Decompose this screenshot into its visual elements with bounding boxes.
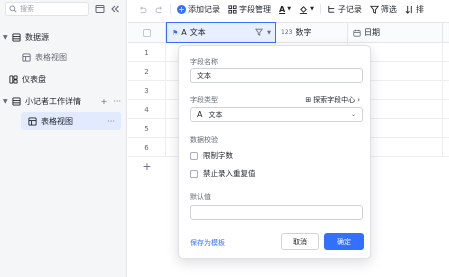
sidebar-item-label: 仪表盘 — [22, 74, 46, 84]
text-type-icon: A — [197, 110, 203, 119]
more-icon[interactable]: ··· — [113, 97, 121, 106]
grid-view-icon — [21, 52, 31, 62]
column-header-date[interactable]: 日期 — [348, 23, 443, 42]
sub-record-label: 子记录 — [337, 4, 362, 14]
search-icon — [9, 5, 17, 13]
sidebar-item-label: 小记者工作详情 — [25, 96, 81, 106]
sidebar: 搜索 ▼ 数据源 表格视图 仪表盘 ▼ 小记者工作详情 + ··· 表格视图 ·… — [0, 0, 127, 277]
default-value-label: 默认值 — [190, 193, 211, 201]
row-number: 2 — [128, 62, 166, 81]
field-type-select[interactable]: A 文本 ⌄ — [190, 107, 363, 122]
text-color-button[interactable]: A ▼ — [275, 0, 295, 18]
no-duplicates-checkbox[interactable]: 禁止录入重复值 — [190, 168, 256, 179]
primary-field-icon: ⚑ — [172, 28, 179, 37]
filter-button[interactable]: 筛选 — [366, 0, 401, 18]
explore-field-center-link[interactable]: ⊞ 探索字段中心 › — [305, 95, 360, 105]
row-number: 6 — [128, 138, 166, 157]
sort-button[interactable]: 排 — [401, 0, 428, 18]
cancel-button[interactable]: 取消 — [281, 233, 319, 250]
validation-label: 数据校验 — [190, 136, 218, 144]
sub-record-icon — [328, 5, 335, 13]
field-type-label: 字段类型 — [190, 96, 218, 104]
field-edit-popup: 字段名称 文本 字段类型 ⊞ 探索字段中心 › A 文本 ⌄ 数据校验 限制字数… — [178, 45, 371, 259]
row-number: 5 — [128, 119, 166, 138]
calendar-icon — [353, 29, 361, 37]
add-view-icon[interactable]: + — [101, 97, 108, 106]
fill-color-button[interactable]: ▼ — [295, 0, 318, 18]
sidebar-item-table-view-active[interactable]: 表格视图 ··· — [21, 112, 121, 130]
table-icon — [11, 96, 21, 106]
add-row-button[interactable]: + — [128, 157, 166, 176]
grid-header: ⚑ A 文本 ▼ 123 数字 日期 — [128, 22, 449, 43]
database-icon — [11, 32, 21, 42]
row-number: 4 — [128, 100, 166, 119]
sidebar-item-datasource[interactable]: ▼ 数据源 — [0, 28, 127, 46]
field-center-icon: ⊞ — [305, 96, 312, 104]
sidebar-item-reporter-details[interactable]: ▼ 小记者工作详情 + ··· — [0, 92, 127, 110]
field-name-value: 文本 — [197, 71, 211, 80]
field-name-label: 字段名称 — [190, 58, 218, 66]
field-name-input[interactable]: 文本 — [190, 68, 363, 83]
limit-chars-checkbox[interactable]: 限制字数 — [190, 150, 233, 161]
more-icon[interactable]: ··· — [107, 117, 115, 126]
filter-icon — [369, 5, 379, 14]
field-manage-icon — [228, 4, 237, 14]
chevron-down-icon: ⌄ — [350, 111, 356, 118]
column-header-text[interactable]: ⚑ A 文本 ▼ — [166, 22, 276, 43]
column-header-number[interactable]: 123 数字 — [276, 23, 348, 42]
add-record-button[interactable]: + 添加记录 — [173, 0, 224, 18]
column-label: 日期 — [364, 28, 380, 37]
sub-record-button[interactable]: 子记录 — [323, 0, 366, 18]
divider — [319, 4, 321, 14]
filter-label: 筛选 — [380, 4, 397, 14]
double-chevron-left-icon[interactable] — [108, 2, 122, 16]
default-value-input[interactable] — [190, 205, 363, 220]
text-color-icon: A — [279, 4, 286, 14]
limit-chars-label: 限制字数 — [203, 151, 233, 160]
grid-view-icon — [27, 116, 37, 126]
field-type-value: 文本 — [208, 110, 223, 119]
number-type-icon: 123 — [281, 29, 293, 36]
caret-down-icon: ▼ — [3, 97, 8, 105]
column-label: 数字 — [295, 28, 312, 37]
checkbox-box[interactable] — [190, 151, 198, 160]
dashboard-icon — [8, 74, 18, 84]
filter-icon[interactable] — [255, 28, 264, 38]
sort-label: 排 — [415, 4, 424, 14]
redo-icon[interactable] — [151, 0, 168, 18]
text-type-icon: A — [181, 28, 187, 37]
search-placeholder: 搜索 — [20, 5, 34, 13]
sidebar-item-table-view[interactable]: 表格视图 — [0, 48, 127, 66]
confirm-button[interactable]: 确定 — [324, 233, 364, 250]
plus-circle-icon: + — [177, 4, 186, 14]
add-record-label: 添加记录 — [188, 4, 220, 14]
checkbox-box[interactable] — [190, 169, 198, 178]
field-manage-label: 字段管理 — [239, 4, 271, 14]
explore-link-label: 探索字段中心 — [313, 96, 356, 104]
sidebar-item-label: 表格视图 — [41, 116, 73, 126]
sort-icon — [405, 5, 412, 14]
toolbar: + 添加记录 字段管理 A ▼ ▼ 子记录 筛选 排 — [128, 0, 449, 18]
caret-down-icon: ▼ — [3, 33, 8, 41]
chevron-right-icon: › — [357, 96, 360, 104]
search-input[interactable]: 搜索 — [5, 2, 89, 16]
field-manage-button[interactable]: 字段管理 — [224, 0, 275, 18]
no-duplicates-label: 禁止录入重复值 — [203, 169, 256, 178]
row-number: 1 — [128, 43, 166, 62]
column-label: 文本 — [189, 28, 206, 37]
sidebar-item-label: 表格视图 — [35, 52, 67, 62]
collapse-panel-icon[interactable] — [93, 2, 107, 16]
select-all-checkbox[interactable] — [142, 28, 151, 37]
sidebar-item-label: 数据源 — [25, 32, 49, 42]
row-number: 3 — [128, 81, 166, 100]
chevron-down-icon[interactable]: ▼ — [267, 30, 271, 36]
sidebar-item-dashboard[interactable]: 仪表盘 — [0, 70, 127, 88]
select-all-cell — [128, 23, 166, 42]
save-as-template-link[interactable]: 保存为模板 — [190, 238, 225, 248]
chevron-down-icon: ▼ — [287, 6, 292, 12]
chevron-down-icon: ▼ — [310, 6, 314, 12]
paint-bucket-icon — [299, 5, 308, 14]
divider — [170, 4, 171, 14]
undo-icon[interactable] — [128, 0, 151, 18]
